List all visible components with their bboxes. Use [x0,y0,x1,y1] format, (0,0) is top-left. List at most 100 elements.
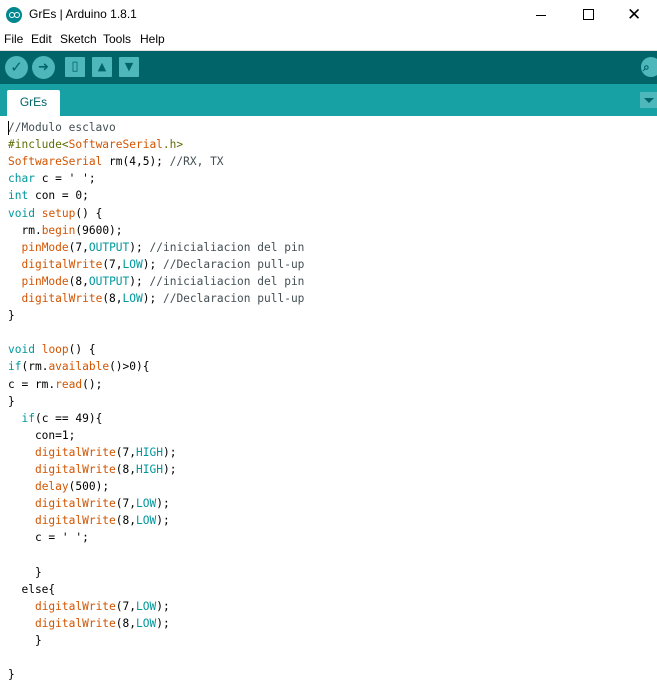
code-token: char [8,172,35,186]
window-title: GrEs | Arduino 1.8.1 [29,7,137,21]
code-token: digitalWrite [34,463,116,476]
code-line: void loop() { [8,341,96,358]
code-token: () { [75,206,103,220]
tab-gres[interactable]: GrEs [7,90,60,116]
new-sketch-button[interactable]: ▯ [65,57,85,77]
code-token: ); [156,616,170,630]
code-token: .h> [162,138,184,152]
upload-button[interactable]: ➜ [32,56,55,79]
code-line: #include<SoftwareSerial.h> [8,136,183,153]
code-line: con=1; [8,427,75,444]
code-token: digitalWrite [34,514,116,528]
tab-menu-button[interactable] [640,92,657,108]
code-token: (7, [115,599,136,613]
code-line: digitalWrite(8,LOW); //Declaracion pull-… [8,290,304,307]
open-sketch-button[interactable]: ▲ [92,57,112,77]
code-token: void [8,343,35,357]
serial-monitor-button[interactable]: ⌕ [641,57,657,77]
menu-help[interactable]: Help [140,32,165,46]
code-token: ); [156,514,170,528]
code-line: rm.begin(9600); [8,222,123,239]
code-token: (8, [115,514,136,528]
arrow-up-icon: ▲ [97,60,107,73]
code-token: pinMode [21,274,69,288]
menu-tools[interactable]: Tools [103,32,131,46]
code-line: if(rm.available()>0){ [8,358,149,375]
code-line: } [8,564,42,581]
code-token: else{ [8,582,56,596]
code-token: begin [41,223,76,237]
menu-sketch[interactable]: Sketch [60,32,97,46]
code-token: con = 0; [28,189,89,203]
code-token: ); [156,599,170,613]
code-token: rm. [8,223,42,237]
code-line: } [8,307,15,324]
code-token: (7, [115,497,136,511]
code-line: c = rm.read(); [8,376,102,393]
code-token: rm(4,5); [102,155,170,169]
menu-edit[interactable]: Edit [31,32,52,46]
magnifier-icon: ⌕ [643,60,650,74]
code-token: HIGH [136,445,163,459]
code-line: if(c == 49){ [8,410,102,427]
code-token: (8, [115,616,136,630]
checkmark-icon: ✓ [10,58,23,76]
minimize-button[interactable] [518,0,564,30]
code-line: } [8,393,15,410]
arduino-logo-icon [6,7,22,23]
code-token: } [8,634,42,647]
code-token: ); [156,497,170,511]
code-token: HIGH [136,463,163,476]
code-editor[interactable]: //Modulo esclavo #include<SoftwareSerial.… [0,116,657,688]
code-token: LOW [136,497,157,511]
code-token: digitalWrite [21,292,103,305]
code-token: (c == 49){ [34,411,103,425]
code-token: ); [142,292,163,305]
code-token: (7, [68,240,89,254]
code-line: pinMode(7,OUTPUT); //inicialiacion del p… [8,239,304,256]
code-token: (7, [115,445,136,459]
code-token: void [8,206,35,220]
code-line: SoftwareSerial rm(4,5); //RX, TX [8,153,224,170]
code-token: //inicialiacion del pin [149,274,305,288]
code-token: (7, [102,257,123,271]
code-token: //Declaracion pull-up [162,292,305,305]
menu-file[interactable]: File [4,32,23,46]
code-token: SoftwareSerial [68,138,163,152]
code-line: //Modulo esclavo [8,119,116,136]
code-token: (rm. [21,360,49,374]
code-token: digitalWrite [34,616,116,630]
code-token: ); [162,445,177,459]
close-button[interactable]: ✕ [611,0,657,30]
maximize-button[interactable] [565,0,611,30]
code-line: int con = 0; [8,187,89,204]
code-token: #include< [8,138,69,152]
save-sketch-button[interactable]: ▼ [119,57,139,77]
verify-button[interactable]: ✓ [5,56,28,79]
code-token: ); [142,257,163,271]
code-token: (500); [68,480,110,494]
menu-bar: File Edit Sketch Tools Help [0,30,657,51]
code-token: //Declaracion pull-up [162,257,305,271]
code-line: char c = ' '; [8,170,96,187]
arrow-right-icon: ➜ [38,60,49,75]
code-token: c = rm. [8,377,56,391]
code-line: pinMode(8,OUTPUT); //inicialiacion del p… [8,273,304,290]
code-token: ); [129,274,150,288]
new-file-icon: ▯ [71,59,79,74]
code-line: digitalWrite(8,HIGH); [8,461,176,478]
code-token: //RX, TX [169,155,224,169]
code-token: } [8,394,15,408]
code-token: (9600); [75,223,123,237]
